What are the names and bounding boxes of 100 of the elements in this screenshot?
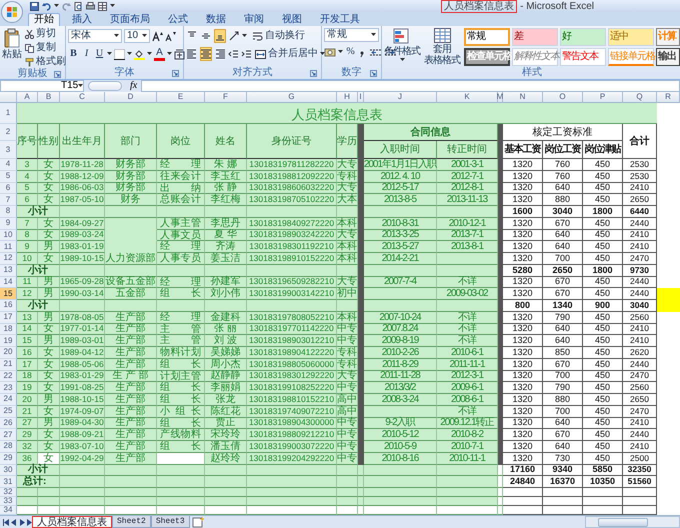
increase-indent-icon[interactable] xyxy=(241,48,252,60)
cell-style[interactable]: 警告文本 xyxy=(560,48,606,66)
increase-decimal-icon[interactable] xyxy=(369,46,382,58)
font-size-field[interactable]: 10 xyxy=(124,29,150,43)
phonetic-icon[interactable] xyxy=(174,48,186,60)
dialog-launcher-icon[interactable] xyxy=(172,70,179,77)
row-header[interactable]: 13 xyxy=(0,264,17,276)
splitter-handle[interactable] xyxy=(88,81,122,91)
row-header[interactable]: 25 xyxy=(0,406,17,418)
row-header[interactable]: 20 xyxy=(0,347,17,359)
sheet-tab[interactable]: Sheet3 xyxy=(150,516,190,528)
insert-sheet-icon[interactable] xyxy=(192,516,205,528)
sheet-tab[interactable]: 人员档案信息表 xyxy=(32,516,112,528)
row-header[interactable]: 10 xyxy=(0,230,17,242)
row-header[interactable]: 12 xyxy=(0,253,17,265)
percent-button[interactable]: % xyxy=(345,46,356,58)
font-name-field[interactable]: 宋体 xyxy=(68,29,122,43)
format-painter-button[interactable]: 格式刷 xyxy=(36,56,66,68)
row-header[interactable]: 11 xyxy=(0,241,17,253)
align-right-button[interactable] xyxy=(214,47,226,61)
row-header[interactable]: 3 xyxy=(0,141,17,159)
row-header[interactable]: 32 xyxy=(0,488,17,497)
row-header[interactable]: 30 xyxy=(0,464,17,476)
row-header[interactable]: 16 xyxy=(0,300,17,312)
row-header[interactable]: 8 xyxy=(0,206,17,218)
row-header[interactable]: 33 xyxy=(0,497,17,506)
cell-style[interactable]: 差 xyxy=(512,28,558,46)
row-header[interactable]: 31 xyxy=(0,476,17,488)
merge-center-button[interactable]: 合并后居中 xyxy=(268,48,318,60)
copy-button[interactable]: 复制 xyxy=(36,42,56,54)
insert-function-button[interactable]: fx xyxy=(126,80,142,92)
table-format-icon[interactable] xyxy=(434,28,450,43)
row-header[interactable]: 9 xyxy=(0,218,17,230)
row-header[interactable]: 2 xyxy=(0,124,17,141)
paste-button[interactable]: 粘贴 xyxy=(2,49,22,60)
dialog-launcher-icon[interactable] xyxy=(310,70,317,77)
scroll-thumb[interactable] xyxy=(598,518,648,527)
row-header[interactable]: 7 xyxy=(0,194,17,206)
print-icon[interactable] xyxy=(86,2,95,10)
ribbon-tab[interactable]: 公式 xyxy=(162,13,194,26)
underline-button[interactable]: U xyxy=(94,48,105,60)
row-header[interactable]: 5 xyxy=(0,170,17,182)
next-sheet-icon[interactable] xyxy=(19,518,25,526)
row-header[interactable]: 26 xyxy=(0,418,17,430)
cell-style[interactable]: 输出 xyxy=(656,48,680,66)
print-preview-icon[interactable] xyxy=(74,2,83,10)
ribbon-tab[interactable]: 插入 xyxy=(66,13,98,26)
align-center-button[interactable] xyxy=(200,47,212,61)
dialog-launcher-icon[interactable] xyxy=(370,70,377,77)
row-header[interactable]: 21 xyxy=(0,358,17,370)
decrease-indent-icon[interactable] xyxy=(228,48,239,60)
conditional-format-icon[interactable] xyxy=(393,28,411,45)
ribbon-tab[interactable]: 开发工具 xyxy=(314,13,366,26)
border-icon[interactable] xyxy=(114,48,125,60)
cell-style[interactable]: 适中 xyxy=(608,28,654,46)
horizontal-scrollbar[interactable] xyxy=(585,516,680,528)
last-sheet-icon[interactable] xyxy=(27,518,33,526)
first-sheet-icon[interactable] xyxy=(3,518,9,526)
name-box[interactable]: T15 xyxy=(0,80,84,92)
ribbon-tab[interactable]: 视图 xyxy=(276,13,308,26)
table-format-button[interactable]: 套用 表格格式 xyxy=(424,44,460,66)
text-orientation-icon[interactable] xyxy=(228,30,240,42)
shrink-font-icon[interactable] xyxy=(165,30,176,42)
cell-style[interactable]: 好 xyxy=(560,28,606,46)
row-header[interactable]: 27 xyxy=(0,429,17,441)
row-header[interactable]: 6 xyxy=(0,182,17,194)
row-header[interactable]: 14 xyxy=(0,276,17,288)
cell-style[interactable]: 常规 xyxy=(464,28,510,46)
cell-style[interactable]: 解释性文本 xyxy=(512,48,558,66)
save-icon[interactable] xyxy=(30,2,39,10)
currency-icon[interactable] xyxy=(324,46,336,58)
ribbon-tab[interactable]: 页面布局 xyxy=(104,13,156,26)
row-header[interactable]: 34 xyxy=(0,506,17,515)
fill-color-icon[interactable] xyxy=(134,48,145,60)
row-header[interactable]: 17 xyxy=(0,312,17,324)
row-header[interactable]: 19 xyxy=(0,335,17,347)
row-header[interactable]: 22 xyxy=(0,370,17,382)
bold-button[interactable]: B xyxy=(68,48,79,60)
ribbon-tab[interactable]: 开始 xyxy=(28,13,60,26)
row-header[interactable]: 29 xyxy=(0,452,17,464)
row-header[interactable]: 18 xyxy=(0,324,17,336)
formula-input[interactable] xyxy=(141,80,680,92)
align-left-button[interactable] xyxy=(186,47,198,61)
sheet-icon[interactable] xyxy=(98,2,107,10)
dialog-launcher-icon[interactable] xyxy=(54,71,61,78)
align-bottom-button[interactable] xyxy=(214,29,226,43)
italic-button[interactable]: I xyxy=(81,48,92,60)
number-format-field[interactable]: 常规 xyxy=(324,28,379,42)
row-header[interactable]: 28 xyxy=(0,441,17,453)
paste-icon[interactable] xyxy=(3,28,21,48)
grow-font-icon[interactable] xyxy=(152,30,163,42)
ribbon-tab[interactable]: 审阅 xyxy=(238,13,270,26)
undo-icon[interactable] xyxy=(42,2,51,10)
ribbon-tab[interactable]: 数据 xyxy=(200,13,232,26)
row-header[interactable]: 4 xyxy=(0,159,17,171)
font-color-button[interactable]: A xyxy=(154,48,165,60)
row-header[interactable]: 15 xyxy=(0,288,17,300)
row-header[interactable]: 23 xyxy=(0,382,17,394)
wrap-text-button[interactable]: 自动换行 xyxy=(265,30,305,42)
row-header[interactable]: 24 xyxy=(0,394,17,406)
